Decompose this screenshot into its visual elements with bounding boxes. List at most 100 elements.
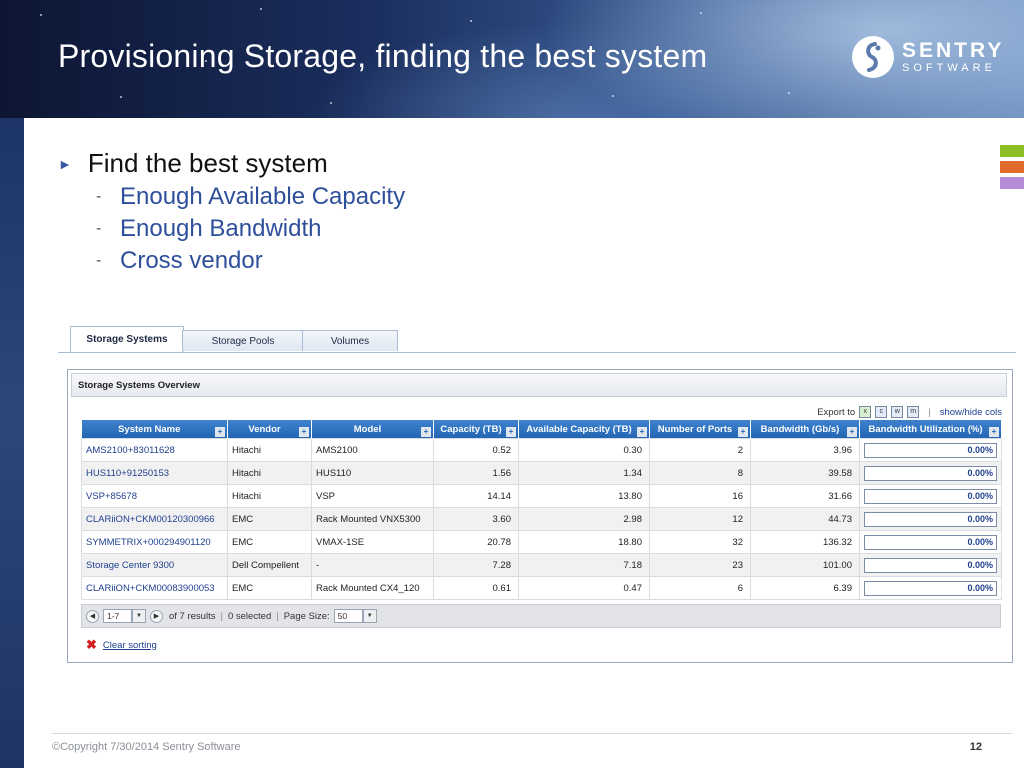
tab-volumes[interactable]: Volumes [302, 330, 398, 351]
sort-icon[interactable]: + [847, 427, 857, 437]
system-name-link[interactable]: SYMMETRIX+000294901120 [81, 530, 228, 554]
separator: | [276, 610, 279, 622]
sort-icon[interactable]: + [299, 427, 309, 437]
sort-icon[interactable]: + [421, 427, 431, 437]
page-selector[interactable]: 1-7 [103, 609, 132, 623]
results-count: of 7 results [169, 610, 216, 622]
table-cell: 0.47 [518, 576, 650, 600]
page-size-select[interactable]: 50 [333, 609, 363, 623]
table-row[interactable]: Storage Center 9300 Dell Compellent -7.28 7… [81, 553, 1002, 577]
dash-bullet-icon: - [96, 220, 102, 237]
column-header[interactable]: Bandwidth Utilization (%) + [859, 420, 1002, 439]
table-row[interactable]: AMS2100+83011628 Hitachi AMS2100 0.52 0.30 2 3… [81, 438, 1002, 462]
table-cell: 2 [649, 438, 751, 462]
table-cell: Rack Mounted CX4_120 [311, 576, 434, 600]
table-cell: 101.00 [750, 553, 860, 577]
system-name-link[interactable]: HUS110+91250153 [81, 461, 228, 485]
table-cell: - [311, 553, 434, 577]
csv-export-icon[interactable]: c [875, 406, 888, 418]
word-export-icon[interactable]: w [891, 406, 904, 418]
column-header[interactable]: Vendor + [227, 420, 312, 439]
utilization-bar: 0.00% [864, 465, 997, 481]
table-cell: 16 [649, 484, 751, 508]
storage-systems-panel: Storage Systems Overview Export to x c w… [67, 369, 1013, 663]
utilization-bar: 0.00% [864, 534, 997, 550]
table-cell: Dell Compellent [227, 553, 312, 577]
system-name-link[interactable]: VSP+85678 [81, 484, 228, 508]
column-header[interactable]: Number of Ports + [649, 420, 751, 439]
clear-sorting[interactable]: ✖ Clear sorting [86, 637, 157, 653]
system-name-link[interactable]: CLARiiON+CKM00083900053 [81, 576, 228, 600]
xml-export-icon[interactable]: m [907, 406, 920, 418]
chevron-down-icon[interactable]: ▼ [132, 609, 146, 623]
tab-storage-pools[interactable]: Storage Pools [182, 330, 304, 351]
sort-icon[interactable]: + [637, 427, 647, 437]
table-cell: EMC [227, 576, 312, 600]
export-toolbar: Export to x c w m | show/hide cols [817, 406, 1002, 418]
column-header[interactable]: Available Capacity (TB) + [518, 420, 650, 439]
table-row[interactable]: SYMMETRIX+000294901120 EMC VMAX-1SE 20.78 18… [81, 530, 1002, 554]
dash-bullet-icon: - [96, 188, 102, 205]
utilization-bar: 0.00% [864, 557, 997, 573]
separator: | [220, 610, 223, 622]
slide-title: Provisioning Storage, finding the best s… [58, 38, 708, 74]
copyright-text: ©Copyright 7/30/2014 Sentry Software [52, 741, 241, 753]
bullet-list: ► Find the best system - Enough Availabl… [58, 148, 405, 275]
table-cell: 23 [649, 553, 751, 577]
table-cell: 7.28 [433, 553, 519, 577]
table-cell: Hitachi [227, 438, 312, 462]
utilization-bar: 0.00% [864, 511, 997, 527]
sort-icon[interactable]: + [738, 427, 748, 437]
previous-page-icon[interactable]: ◀ [86, 609, 99, 623]
sort-icon[interactable]: + [989, 427, 999, 437]
table-cell: 20.78 [433, 530, 519, 554]
table-cell: 3.60 [433, 507, 519, 531]
export-label: Export to [817, 406, 856, 418]
system-name-link[interactable]: CLARiiON+CKM00120300966 [81, 507, 228, 531]
bandwidth-utilization-cell: 0.00% [859, 461, 1002, 485]
table-row[interactable]: HUS110+91250153 Hitachi HUS110 1.56 1.34 8 39.… [81, 461, 1002, 485]
sort-icon[interactable]: + [506, 427, 516, 437]
sub-bullet: - Cross vendor [96, 247, 405, 275]
show-hide-columns-link[interactable]: show/hide cols [940, 407, 1002, 418]
clear-sorting-link[interactable]: Clear sorting [103, 640, 157, 651]
table-cell: 44.73 [750, 507, 860, 531]
table-cell: VMAX-1SE [311, 530, 434, 554]
logo-subtitle: SOFTWARE [902, 62, 996, 74]
table-cell: 18.80 [518, 530, 650, 554]
table-cell: 12 [649, 507, 751, 531]
excel-export-icon[interactable]: x [859, 406, 872, 418]
dash-bullet-icon: - [96, 252, 102, 269]
table-cell: 7.18 [518, 553, 650, 577]
chevron-down-icon[interactable]: ▼ [362, 609, 377, 623]
table-cell: 0.61 [433, 576, 519, 600]
table-row[interactable]: CLARiiON+CKM00083900053 EMC Rack Mounted C… [81, 576, 1002, 600]
column-header[interactable]: Bandwidth (Gb/s) + [750, 420, 860, 439]
tab-storage-systems[interactable]: Storage Systems [70, 326, 184, 352]
system-name-link[interactable]: Storage Center 9300 [81, 553, 228, 577]
utilization-bar: 0.00% [864, 580, 997, 596]
table-cell: 13.80 [518, 484, 650, 508]
bandwidth-utilization-cell: 0.00% [859, 530, 1002, 554]
pagination-bar: ◀ 1-7 ▼ ▶ of 7 results | 0 selected | Pa… [81, 604, 1001, 628]
column-header[interactable]: Model + [311, 420, 434, 439]
column-header[interactable]: Capacity (TB) + [433, 420, 519, 439]
sub-bullet: - Enough Bandwidth [96, 215, 405, 243]
table-row[interactable]: CLARiiON+CKM00120300966 EMC Rack Mounted V… [81, 507, 1002, 531]
table-cell: 8 [649, 461, 751, 485]
table-row[interactable]: VSP+85678 Hitachi VSP 14.14 13.80 16 31.66 0.00… [81, 484, 1002, 508]
sub-bullet-text: Enough Bandwidth [120, 215, 322, 242]
table-cell: Rack Mounted VNX5300 [311, 507, 434, 531]
sort-icon[interactable]: + [215, 427, 225, 437]
next-page-icon[interactable]: ▶ [150, 609, 163, 623]
table-header-row: System Name + Vendor + Model + Capacity (TB) + A… [81, 420, 1002, 439]
separator: | [928, 406, 931, 418]
triangle-bullet-icon: ► [58, 155, 72, 172]
logo-name: SENTRY [902, 39, 1005, 62]
accent-color-tabs [1000, 145, 1024, 193]
bandwidth-utilization-cell: 0.00% [859, 576, 1002, 600]
system-name-link[interactable]: AMS2100+83011628 [81, 438, 228, 462]
column-header[interactable]: System Name + [81, 420, 228, 439]
table-cell: 3.96 [750, 438, 860, 462]
accent-green [1000, 145, 1024, 157]
